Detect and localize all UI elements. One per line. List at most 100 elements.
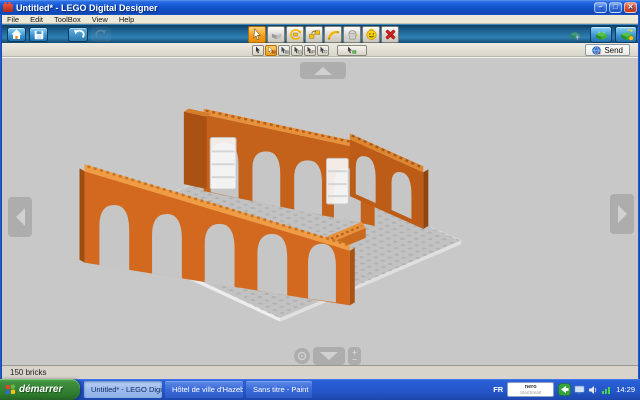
brick-count: 150 bricks	[10, 368, 46, 377]
select-all-button[interactable]	[317, 45, 329, 56]
hinge-tool-button[interactable]	[286, 26, 304, 43]
home-icon	[10, 28, 23, 41]
view-mode-button[interactable]	[615, 26, 637, 43]
network-tray-icon[interactable]	[601, 385, 611, 395]
flex-icon	[327, 28, 340, 41]
start-button[interactable]: démarrer	[0, 379, 80, 400]
reset-view-button[interactable]	[294, 348, 310, 364]
taskbar-task-paint[interactable]: Sans titre - Paint	[246, 381, 312, 398]
taskbar-clock: 14:29	[616, 385, 635, 394]
task-label: Hôtel de ville d'Hazeb...	[172, 385, 243, 394]
green-arrow-tray-icon[interactable]	[558, 383, 571, 396]
menu-bar: File Edit ToolBox View Help	[2, 15, 638, 24]
small-cursor-all-icon	[319, 46, 328, 54]
nero-deskband[interactable]: nero StartSmart	[507, 382, 554, 397]
save-icon	[33, 29, 45, 41]
undo-button[interactable]	[68, 27, 88, 42]
select-single-button[interactable]	[252, 45, 264, 56]
delete-x-icon	[384, 28, 397, 41]
system-tray: FR nero StartSmart	[493, 379, 640, 400]
select-connected-button[interactable]	[304, 45, 316, 56]
send-button[interactable]: Send	[585, 44, 630, 56]
paint-bucket-icon	[346, 28, 359, 41]
lego-scene	[2, 58, 638, 365]
zoom-out-glyph: −	[352, 356, 357, 363]
app-icon	[3, 4, 13, 12]
small-cursor-brick-icon	[267, 46, 276, 54]
volume-tray-icon[interactable]	[588, 385, 598, 395]
zoom-button[interactable]: + −	[348, 347, 361, 365]
close-button[interactable]: ✕	[624, 2, 637, 13]
brick-cursor-icon	[568, 29, 582, 41]
hinge-icon	[289, 28, 302, 41]
flex-tool-button[interactable]	[324, 26, 342, 43]
rotate-right-button[interactable]	[610, 194, 634, 234]
brick-icon	[270, 28, 283, 41]
window-frame-left	[210, 137, 236, 189]
globe-icon	[592, 46, 601, 55]
rotate-left-button[interactable]	[8, 197, 32, 237]
hinge-align-tool-button[interactable]	[305, 26, 323, 43]
arrow-down-icon	[319, 351, 339, 361]
main-toolbar	[2, 24, 638, 43]
select-tool-button[interactable]	[248, 26, 266, 43]
small-cursor-connected-icon	[306, 46, 315, 54]
menu-view[interactable]: View	[92, 15, 108, 24]
lego-digital-designer-window: Untitled* - LEGO Digital Designer – □ ✕ …	[0, 0, 640, 400]
taskbar: démarrer Untitled* - LEGO Digit... Hôtel…	[0, 379, 640, 400]
tool-group	[248, 26, 399, 43]
start-label: démarrer	[19, 384, 62, 395]
arrow-right-icon	[617, 204, 628, 224]
reset-view-icon	[297, 351, 307, 361]
window-title: Untitled* - LEGO Digital Designer	[16, 3, 592, 13]
select-variant-group	[252, 45, 367, 56]
deskband-line2: StartSmart	[520, 390, 542, 395]
taskbar-task-ldd[interactable]: Untitled* - LEGO Digit...	[84, 381, 162, 398]
windows-flag-icon	[5, 384, 16, 396]
save-button[interactable]	[29, 27, 48, 42]
hinge-align-icon	[308, 28, 321, 41]
clone-tool-button[interactable]	[267, 26, 285, 43]
arrow-up-icon	[313, 66, 333, 76]
rotate-down-button[interactable]	[313, 347, 345, 365]
minifig-head-icon	[365, 28, 378, 41]
redo-icon	[95, 29, 108, 40]
menu-edit[interactable]: Edit	[30, 15, 43, 24]
paint-bucket-tool-button[interactable]	[343, 26, 361, 43]
green-brick-refresh-icon	[619, 28, 634, 41]
undo-icon	[72, 29, 85, 40]
window-frame-right	[326, 158, 348, 204]
select-shape-button[interactable]	[291, 45, 303, 56]
small-cursor-green-icon	[344, 46, 360, 54]
home-button[interactable]	[7, 27, 26, 42]
display-tray-icon[interactable]	[574, 385, 585, 395]
task-label: Sans titre - Paint	[253, 385, 308, 394]
taskbar-task-document[interactable]: Hôtel de ville d'Hazeb...	[165, 381, 243, 398]
title-bar: Untitled* - LEGO Digital Designer – □ ✕	[0, 0, 640, 15]
menu-file[interactable]: File	[7, 15, 19, 24]
window-border-left	[0, 15, 2, 379]
task-label: Untitled* - LEGO Digit...	[91, 385, 162, 394]
small-cursor-shape-icon	[293, 46, 302, 54]
redo-button[interactable]	[91, 27, 111, 42]
language-indicator[interactable]: FR	[493, 385, 503, 394]
menu-help[interactable]: Help	[119, 15, 134, 24]
small-cursor-icon	[254, 46, 262, 54]
menu-toolbox[interactable]: ToolBox	[54, 15, 81, 24]
select-brick-button[interactable]	[265, 45, 277, 56]
build-mode-button[interactable]	[590, 26, 612, 43]
green-brick-icon	[594, 28, 609, 41]
small-cursor-color-icon	[280, 46, 289, 54]
status-bar: 150 bricks	[2, 365, 638, 379]
send-label: Send	[604, 46, 623, 55]
select-special-button[interactable]	[337, 45, 367, 56]
select-color-button[interactable]	[278, 45, 290, 56]
maximize-button[interactable]: □	[609, 2, 622, 13]
cursor-icon	[251, 28, 264, 41]
viewport-canvas[interactable]: + −	[2, 57, 638, 365]
minifig-head-tool-button[interactable]	[362, 26, 380, 43]
sub-toolbar: Send	[2, 43, 638, 57]
delete-tool-button[interactable]	[381, 26, 399, 43]
rotate-up-button[interactable]	[300, 62, 346, 79]
minimize-button[interactable]: –	[594, 2, 607, 13]
